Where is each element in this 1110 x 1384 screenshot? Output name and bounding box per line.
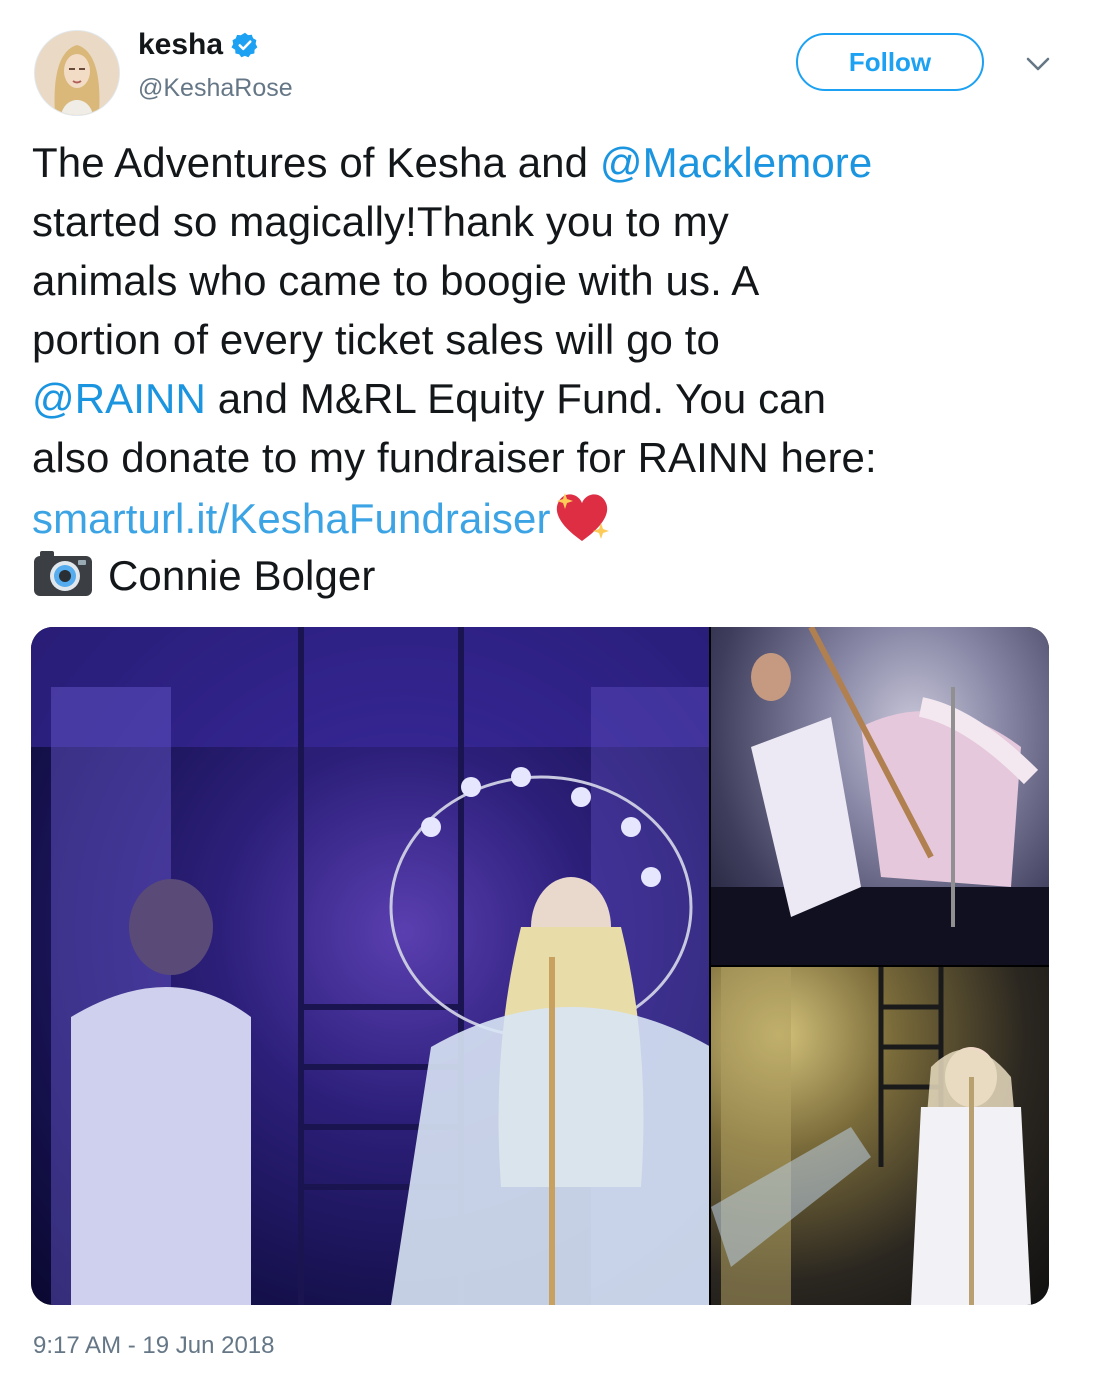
verified-badge-icon [231, 32, 258, 58]
tweet-photo-top-right[interactable] [711, 627, 1049, 965]
camera-emoji [34, 551, 92, 596]
follow-button[interactable]: Follow [796, 33, 984, 91]
tweet-line: @RAINN and M&RL Equity Fund. You can [32, 369, 1062, 428]
mention-link-macklemore[interactable]: @Macklemore [600, 139, 872, 186]
tweet-line: smarturl.it/KeshaFundraiser [32, 487, 1062, 546]
chevron-down-icon[interactable] [1022, 52, 1054, 76]
photo-performer-stage [31, 627, 709, 1305]
tweet-text-segment: and M&RL Equity Fund. You can [205, 375, 827, 422]
avatar[interactable] [34, 30, 120, 116]
mention-link-rainn[interactable]: @RAINN [32, 375, 206, 422]
tweet-line: animals who came to boogie with us. A [32, 257, 760, 304]
user-handle[interactable]: @KeshaRose [138, 73, 293, 103]
tweet-line: Connie Bolger [32, 546, 1062, 605]
media-grid [31, 627, 1049, 1305]
sparkling-heart-emoji [556, 493, 609, 541]
tweet-line: portion of every ticket sales will go to [32, 316, 720, 363]
tweet-text: The Adventures of Kesha and @Macklemore … [32, 133, 1062, 605]
photo-singer-spotlight [711, 967, 1031, 1305]
avatar-image [35, 31, 119, 115]
tweet-text-segment: The Adventures of Kesha and [32, 139, 600, 186]
tweet-line: started so magically!Thank you to my [32, 198, 729, 245]
photo-guitar-performance [711, 627, 1049, 965]
tweet-line: also donate to my fundraiser for RAINN h… [32, 434, 877, 481]
photo-credit: Connie Bolger [108, 552, 376, 599]
tweet-photo-bottom-right[interactable] [711, 967, 1049, 1305]
tweet-photo-main[interactable] [31, 627, 709, 1305]
user-name-row[interactable]: kesha [138, 27, 259, 63]
fundraiser-url-link[interactable]: smarturl.it/KeshaFundraiser [32, 495, 551, 542]
display-name[interactable]: kesha [138, 27, 223, 63]
tweet-line: The Adventures of Kesha and @Macklemore [32, 133, 1062, 192]
tweet-timestamp[interactable]: 9:17 AM - 19 Jun 2018 [33, 1331, 275, 1361]
